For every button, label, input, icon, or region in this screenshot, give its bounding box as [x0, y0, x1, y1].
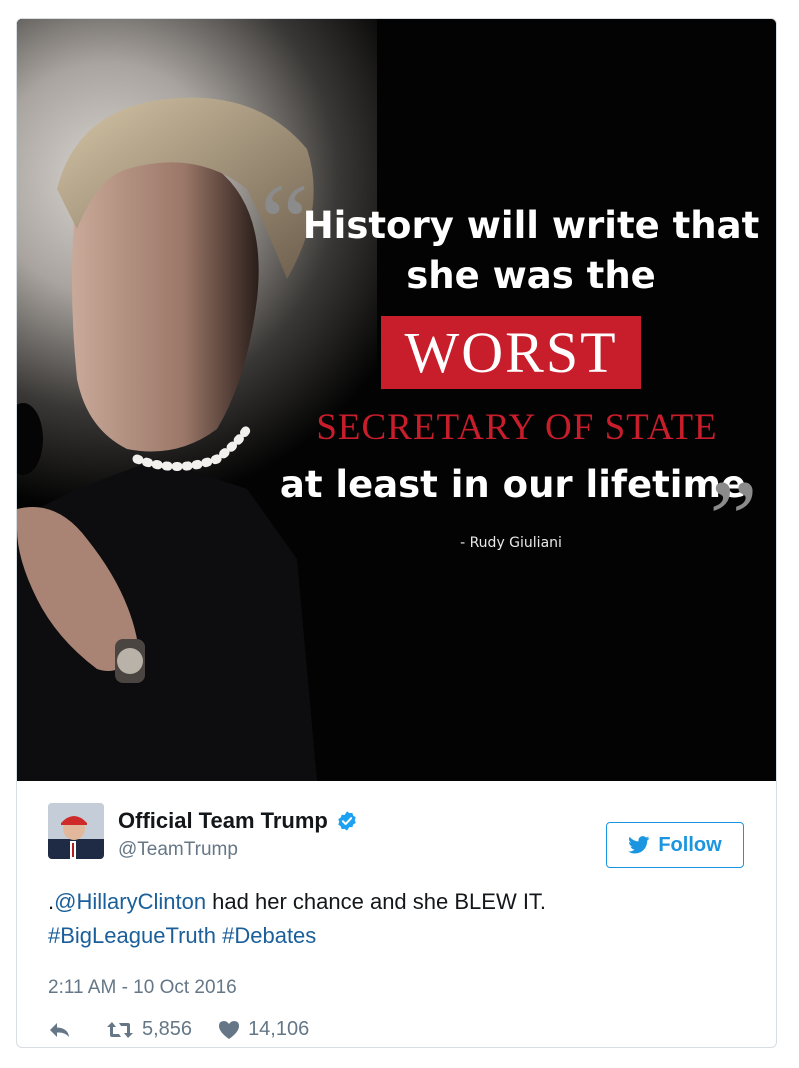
tweet-actions: 5,856 14,106 — [48, 1018, 309, 1041]
tweet-text-rest: had her chance and she BLEW IT. — [206, 889, 547, 914]
tweet-text-line-2: #BigLeagueTruth #Debates — [48, 919, 748, 953]
mention-link[interactable]: @HillaryClinton — [54, 889, 206, 914]
portrait-photo — [17, 19, 776, 781]
worst-highlight-box: WORST — [381, 316, 641, 389]
follow-label: Follow — [658, 833, 722, 856]
quote-line-1: History will write that — [302, 204, 760, 247]
tweet-text: .@HillaryClinton had her chance and she … — [48, 885, 748, 953]
avatar[interactable] — [48, 803, 104, 859]
follow-button[interactable]: Follow — [606, 822, 744, 868]
reply-button[interactable] — [48, 1020, 72, 1040]
handle[interactable]: @TeamTrump — [118, 839, 238, 861]
twitter-bird-icon — [628, 836, 650, 854]
quote-line-5: at least in our lifetime — [279, 463, 747, 506]
quote-highlight-word: WORST — [404, 319, 618, 385]
verified-badge-icon — [338, 811, 356, 831]
tweet-text-line-1: .@HillaryClinton had her chance and she … — [48, 885, 748, 919]
retweet-icon — [107, 1021, 133, 1038]
timestamp[interactable]: 2:11 AM - 10 Oct 2016 — [48, 977, 237, 999]
retweet-count: 5,856 — [142, 1018, 193, 1040]
hashtag-link[interactable]: #Debates — [222, 923, 316, 948]
reply-icon — [50, 1022, 69, 1037]
tweet-image[interactable]: “ History will write that she was the WO… — [17, 19, 776, 781]
quote-attribution: - Rudy Giuliani — [460, 535, 562, 551]
retweet-button[interactable]: 5,856 — [106, 1018, 192, 1041]
avatar-image — [48, 803, 104, 859]
like-count: 14,106 — [248, 1018, 310, 1040]
embedded-tweet-card: “ History will write that she was the WO… — [16, 18, 777, 1048]
close-quote-mark: ” — [709, 458, 758, 580]
heart-icon — [219, 1020, 240, 1039]
like-button[interactable]: 14,106 — [218, 1018, 309, 1041]
quote-line-4: SECRETARY OF STATE — [316, 407, 718, 448]
author-name-row[interactable]: Official Team Trump — [118, 808, 358, 834]
quote-line-2: she was the — [406, 254, 656, 297]
display-name[interactable]: Official Team Trump — [118, 808, 328, 834]
tweet-body: Official Team Trump @TeamTrump Follow .@… — [17, 781, 776, 1047]
hashtag-link[interactable]: #BigLeagueTruth — [48, 923, 216, 948]
